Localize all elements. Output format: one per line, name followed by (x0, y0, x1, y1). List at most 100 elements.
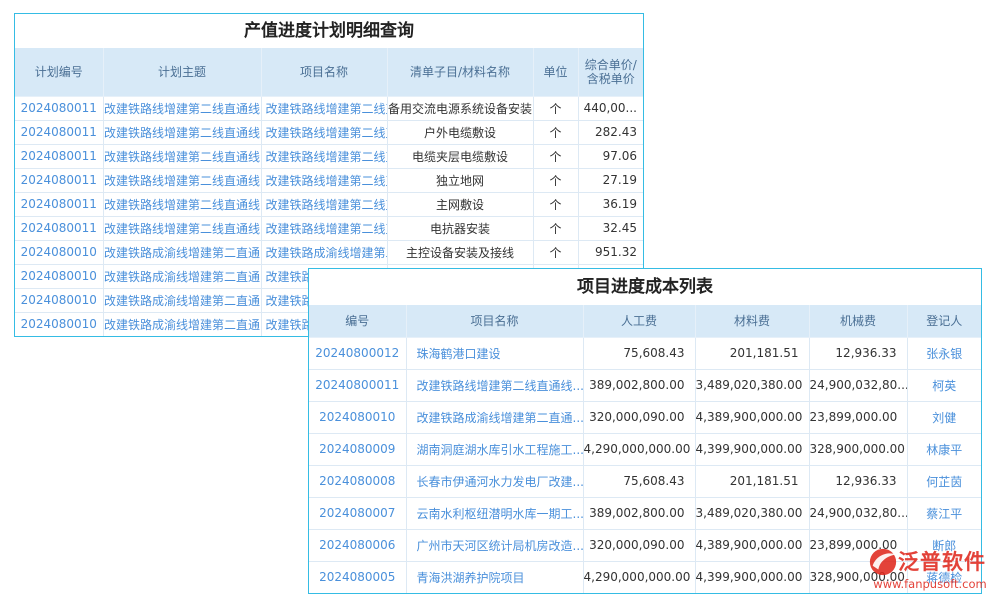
column-header: 项目名称 (261, 48, 387, 96)
column-header: 单位 (533, 48, 578, 96)
table-cell: 4,290,000,000.00 (583, 433, 695, 465)
table-cell: 282.43 (578, 120, 643, 144)
table-row: 2024080011改建铁路线增建第二线直通线改建铁路线增建第二线直通线备用交流… (15, 96, 643, 120)
cost-list-table: 编号项目名称人工费材料费机械费登记人20240800012珠海鹤港口建设75,6… (309, 305, 981, 593)
column-header: 人工费 (583, 305, 695, 337)
cell-link[interactable]: 2024080010 (15, 288, 103, 312)
column-header: 计划主题 (103, 48, 261, 96)
cell-link[interactable]: 珠海鹤港口建设 (406, 337, 583, 369)
table-row: 2024080011改建铁路线增建第二线直通线改建铁路线增建第二线直通线电缆夹层… (15, 144, 643, 168)
cell-link[interactable]: 改建铁路线增建第二线直通线 (261, 192, 387, 216)
cell-link[interactable]: 改建铁路线增建第二线直通线 (261, 216, 387, 240)
table-row: 2024080008长春市伊通河水力发电厂改建...75,608.43201,1… (309, 465, 981, 497)
cell-link[interactable]: 云南水利枢纽潜明水库一期工... (406, 497, 583, 529)
cell-link[interactable]: 改建铁路成渝线增建第二直通 (103, 312, 261, 336)
table-row: 2024080006广州市天河区统计局机房改造...320,000,090.00… (309, 529, 981, 561)
cell-link[interactable]: 20240800011 (309, 369, 406, 401)
cell-link[interactable]: 改建铁路线增建第二线直通线 (261, 144, 387, 168)
cell-link[interactable]: 20240800012 (309, 337, 406, 369)
table-cell: 4,399,900,000.00 (695, 561, 809, 593)
cell-link[interactable]: 改建铁路成渝线增建第二直通 (103, 240, 261, 264)
table-row: 2024080005青海洪湖养护院项目4,290,000,000.004,399… (309, 561, 981, 593)
table-cell: 23,899,000.00 (809, 401, 907, 433)
table-cell: 97.06 (578, 144, 643, 168)
cell-link[interactable]: 柯英 (907, 369, 981, 401)
cell-link[interactable]: 2024080007 (309, 497, 406, 529)
table-cell: 独立地网 (387, 168, 533, 192)
column-header: 材料费 (695, 305, 809, 337)
cell-link[interactable]: 改建铁路线增建第二线直通线 (261, 120, 387, 144)
table-cell: 320,000,090.00 (583, 529, 695, 561)
table-cell: 4,290,000,000.00 (583, 561, 695, 593)
cell-link[interactable]: 改建铁路线增建第二线直通线 (103, 168, 261, 192)
table-cell: 电抗器安装 (387, 216, 533, 240)
cell-link[interactable]: 2024080010 (15, 240, 103, 264)
table-cell: 4,399,900,000.00 (695, 433, 809, 465)
cell-link[interactable]: 改建铁路线增建第二线直通线 (103, 144, 261, 168)
table-cell: 3,489,020,380.00 (695, 497, 809, 529)
cell-link[interactable]: 2024080011 (15, 144, 103, 168)
cell-link[interactable]: 改建铁路成渝线增建第二直通 (103, 288, 261, 312)
panel-title: 产值进度计划明细查询 (15, 14, 643, 48)
cell-link[interactable]: 改建铁路线增建第二线直通线 (103, 96, 261, 120)
cell-link[interactable]: 湖南洞庭湖水库引水工程施工... (406, 433, 583, 465)
cell-link[interactable]: 2024080010 (309, 401, 406, 433)
cell-link[interactable]: 2024080010 (15, 264, 103, 288)
cell-link[interactable]: 蔡江平 (907, 497, 981, 529)
cell-link[interactable]: 改建铁路线增建第二线直通线 (103, 216, 261, 240)
column-header: 综合单价/含税单价 (578, 48, 643, 96)
table-row: 2024080011改建铁路线增建第二线直通线改建铁路线增建第二线直通线主网敷设… (15, 192, 643, 216)
cell-link[interactable]: 改建铁路线增建第二线直通线 (103, 120, 261, 144)
table-row: 20240800011改建铁路线增建第二线直通线...389,002,800.0… (309, 369, 981, 401)
table-cell: 个 (533, 168, 578, 192)
cell-link[interactable]: 2024080011 (15, 216, 103, 240)
table-cell: 440,00... (578, 96, 643, 120)
cell-link[interactable]: 青海洪湖养护院项目 (406, 561, 583, 593)
column-header: 编号 (309, 305, 406, 337)
cell-link[interactable]: 断郎 (907, 529, 981, 561)
table-cell: 32.45 (578, 216, 643, 240)
cell-link[interactable]: 2024080008 (309, 465, 406, 497)
cell-link[interactable]: 2024080006 (309, 529, 406, 561)
table-cell: 12,936.33 (809, 337, 907, 369)
table-row: 2024080009湖南洞庭湖水库引水工程施工...4,290,000,000.… (309, 433, 981, 465)
cell-link[interactable]: 2024080010 (15, 312, 103, 336)
cell-link[interactable]: 改建铁路线增建第二线直通线 (103, 192, 261, 216)
cell-link[interactable]: 张永银 (907, 337, 981, 369)
table-cell: 951.32 (578, 240, 643, 264)
table-cell: 328,900,000.00 (809, 433, 907, 465)
table-cell: 4,389,900,000.00 (695, 529, 809, 561)
cell-link[interactable]: 2024080009 (309, 433, 406, 465)
table-cell: 27.19 (578, 168, 643, 192)
table-row: 2024080007云南水利枢纽潜明水库一期工...389,002,800.00… (309, 497, 981, 529)
cell-link[interactable]: 刘健 (907, 401, 981, 433)
table-cell: 12,936.33 (809, 465, 907, 497)
cell-link[interactable]: 2024080011 (15, 96, 103, 120)
table-row: 2024080011改建铁路线增建第二线直通线改建铁路线增建第二线直通线电抗器安… (15, 216, 643, 240)
table-cell: 户外电缆敷设 (387, 120, 533, 144)
table-cell: 389,002,800.00 (583, 369, 695, 401)
table-cell: 主网敷设 (387, 192, 533, 216)
cell-link[interactable]: 广州市天河区统计局机房改造... (406, 529, 583, 561)
table-cell: 328,900,000.00 (809, 561, 907, 593)
cell-link[interactable]: 林康平 (907, 433, 981, 465)
table-row: 2024080010改建铁路成渝线增建第二直通改建铁路成渝线增建第二直通主控设备… (15, 240, 643, 264)
cell-link[interactable]: 长春市伊通河水力发电厂改建... (406, 465, 583, 497)
table-cell: 23,899,000.00 (809, 529, 907, 561)
cell-link[interactable]: 改建铁路线增建第二线直通线... (406, 369, 583, 401)
table-cell: 24,900,032,80... (809, 369, 907, 401)
cell-link[interactable]: 改建铁路成渝线增建第二直通 (261, 240, 387, 264)
table-cell: 个 (533, 240, 578, 264)
cell-link[interactable]: 蒋德检 (907, 561, 981, 593)
cell-link[interactable]: 改建铁路成渝线增建第二直通 (103, 264, 261, 288)
cell-link[interactable]: 2024080011 (15, 168, 103, 192)
panel-title: 项目进度成本列表 (309, 269, 981, 305)
cell-link[interactable]: 2024080011 (15, 192, 103, 216)
cell-link[interactable]: 改建铁路线增建第二线直通线 (261, 168, 387, 192)
cell-link[interactable]: 改建铁路线增建第二线直通线 (261, 96, 387, 120)
column-header: 清单子目/材料名称 (387, 48, 533, 96)
cell-link[interactable]: 何芷茵 (907, 465, 981, 497)
cell-link[interactable]: 2024080011 (15, 120, 103, 144)
cell-link[interactable]: 2024080005 (309, 561, 406, 593)
cell-link[interactable]: 改建铁路成渝线增建第二直通... (406, 401, 583, 433)
